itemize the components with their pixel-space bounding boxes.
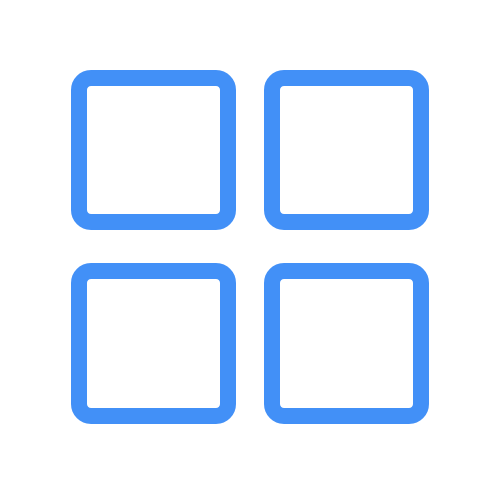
- icon-canvas: [0, 0, 500, 500]
- grid-icon: [71, 70, 429, 424]
- grid-tile-bottom-left: [71, 263, 236, 424]
- grid-tile-bottom-right: [264, 263, 429, 424]
- grid-tile-top-left: [71, 70, 236, 230]
- grid-tile-top-right: [264, 70, 429, 230]
